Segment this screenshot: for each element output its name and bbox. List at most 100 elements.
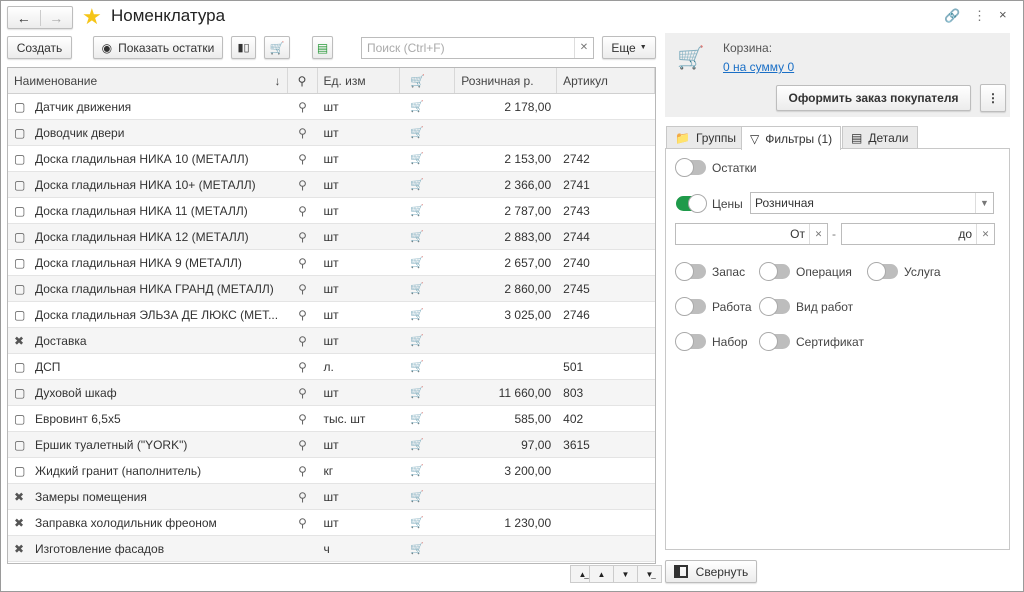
price-to-input[interactable]: до ✕: [841, 223, 995, 245]
table-row[interactable]: ✖ Заправка холодильник фреоном ⚲ шт 🛒 1 2…: [8, 510, 655, 536]
search-icon[interactable]: ⚲: [298, 230, 307, 244]
scroll-last-button[interactable]: ▼̲: [637, 565, 662, 583]
table-row[interactable]: ▢ Евровинт 6,5х5 ⚲ тыс. шт 🛒 585,00 402: [8, 406, 655, 432]
cart-icon[interactable]: 🛒: [410, 490, 424, 503]
search-icon[interactable]: ⚲: [298, 360, 307, 374]
table-row[interactable]: ▢ Доска гладильная ЭЛЬЗА ДЕ ЛЮКС (МЕТ... …: [8, 302, 655, 328]
cell-search[interactable]: [288, 536, 318, 561]
column-unit[interactable]: Ед. изм: [318, 68, 401, 93]
table-row[interactable]: ▢ Доска гладильная НИКА 11 (МЕТАЛЛ) ⚲ шт …: [8, 198, 655, 224]
chevron-down-icon[interactable]: ▼: [975, 193, 993, 213]
toggle-service[interactable]: Услуга: [867, 262, 941, 281]
column-cart[interactable]: 🛒: [400, 68, 456, 93]
cell-search[interactable]: ⚲: [288, 276, 318, 301]
more-menu-icon[interactable]: ⋮: [973, 8, 986, 24]
cell-cart[interactable]: 🛒: [400, 510, 455, 535]
toggle-operation[interactable]: Операция: [759, 262, 852, 281]
back-button[interactable]: ←: [8, 9, 41, 26]
table-row[interactable]: ✖ Изготовление фасадов ч 🛒: [8, 536, 655, 562]
clear-search-icon[interactable]: ✕: [574, 38, 593, 58]
cell-cart[interactable]: 🛒: [400, 406, 455, 431]
column-price[interactable]: Розничная р.: [455, 68, 558, 93]
toggle-stock[interactable]: Остатки: [675, 158, 757, 177]
cell-search[interactable]: ⚲: [288, 302, 318, 327]
show-stock-button[interactable]: ◉ Показать остатки: [93, 36, 223, 59]
add-document-button[interactable]: ▤: [312, 36, 333, 59]
cart-icon[interactable]: 🛒: [410, 308, 424, 321]
cell-cart[interactable]: 🛒: [400, 354, 455, 379]
cell-cart[interactable]: 🛒: [400, 250, 455, 275]
scroll-down-button[interactable]: ▼: [613, 565, 638, 583]
search-icon[interactable]: ⚲: [298, 256, 307, 270]
tab-filters[interactable]: ▽ Фильтры (1): [741, 126, 842, 150]
prices-switch[interactable]: [676, 194, 707, 213]
price-from-input[interactable]: От ✕: [675, 223, 828, 245]
table-row[interactable]: ▢ ДСП ⚲ л. 🛒 501: [8, 354, 655, 380]
cell-search[interactable]: ⚲: [288, 94, 318, 119]
cell-search[interactable]: ⚲: [288, 406, 318, 431]
cart-icon[interactable]: 🛒: [410, 412, 424, 425]
search-icon[interactable]: ⚲: [298, 490, 307, 504]
cell-cart[interactable]: 🛒: [400, 94, 455, 119]
cell-cart[interactable]: 🛒: [400, 380, 455, 405]
tab-details[interactable]: ▤ Детали: [842, 126, 918, 149]
toggle-work-type[interactable]: Вид работ: [759, 297, 853, 316]
cell-cart[interactable]: 🛒: [400, 172, 455, 197]
table-row[interactable]: ▢ Доска гладильная НИКА ГРАНД (МЕТАЛЛ) ⚲ …: [8, 276, 655, 302]
column-article[interactable]: Артикул: [557, 68, 655, 93]
cell-cart[interactable]: 🛒: [400, 146, 455, 171]
cell-search[interactable]: ⚲: [288, 198, 318, 223]
cell-cart[interactable]: 🛒: [400, 484, 455, 509]
cell-cart[interactable]: 🛒: [400, 120, 455, 145]
cart-icon[interactable]: 🛒: [410, 464, 424, 477]
search-icon[interactable]: ⚲: [298, 282, 307, 296]
cart-icon[interactable]: 🛒: [410, 438, 424, 451]
close-icon[interactable]: ×: [999, 7, 1007, 22]
cell-search[interactable]: ⚲: [288, 484, 318, 509]
search-icon[interactable]: ⚲: [298, 516, 307, 530]
toggle-certificate[interactable]: Сертификат: [759, 332, 864, 351]
create-button[interactable]: Создать: [7, 36, 72, 59]
cell-cart[interactable]: 🛒: [400, 198, 455, 223]
table-row[interactable]: ▢ Доска гладильная НИКА 9 (МЕТАЛЛ) ⚲ шт 🛒…: [8, 250, 655, 276]
cart-icon[interactable]: 🛒: [410, 334, 424, 347]
search-icon[interactable]: ⚲: [298, 126, 307, 140]
price-type-select[interactable]: Розничная ▼: [750, 192, 994, 214]
cart-icon[interactable]: 🛒: [410, 178, 424, 191]
table-row[interactable]: ✖ Замеры помещения ⚲ шт 🛒: [8, 484, 655, 510]
toggle-kit[interactable]: Набор: [675, 332, 748, 351]
create-order-button[interactable]: Оформить заказ покупателя: [776, 85, 971, 111]
search-icon[interactable]: ⚲: [298, 464, 307, 478]
cell-cart[interactable]: 🛒: [400, 224, 455, 249]
search-icon[interactable]: ⚲: [298, 100, 307, 114]
barcode-search-button[interactable]: ▮▯: [231, 36, 256, 59]
column-name[interactable]: Наименование ↓: [8, 68, 288, 93]
cart-total-link[interactable]: 0 на сумму 0: [723, 60, 794, 74]
cell-cart[interactable]: 🛒: [400, 432, 455, 457]
stock-switch[interactable]: [675, 158, 706, 177]
table-row[interactable]: ▢ Ершик туалетный ("YORK") ⚲ шт 🛒 97,00 3…: [8, 432, 655, 458]
cell-search[interactable]: ⚲: [288, 172, 318, 197]
search-icon[interactable]: ⚲: [298, 334, 307, 348]
cart-icon[interactable]: 🛒: [410, 516, 424, 529]
add-to-cart-button[interactable]: 🛒: [264, 36, 290, 59]
cell-search[interactable]: ⚲: [288, 328, 318, 353]
more-button[interactable]: Еще ▼: [602, 36, 656, 59]
cell-search[interactable]: ⚲: [288, 510, 318, 535]
table-row[interactable]: ✖ Доставка ⚲ шт 🛒: [8, 328, 655, 354]
table-row[interactable]: ▢ Доска гладильная НИКА 10+ (МЕТАЛЛ) ⚲ шт…: [8, 172, 655, 198]
cell-search[interactable]: ⚲: [288, 120, 318, 145]
clear-from-icon[interactable]: ✕: [809, 224, 827, 244]
cart-icon[interactable]: 🛒: [410, 360, 424, 373]
cell-search[interactable]: ⚲: [288, 432, 318, 457]
cell-search[interactable]: ⚲: [288, 146, 318, 171]
table-row[interactable]: ▢ Доска гладильная НИКА 12 (МЕТАЛЛ) ⚲ шт …: [8, 224, 655, 250]
cell-cart[interactable]: 🛒: [400, 302, 455, 327]
cart-icon[interactable]: 🛒: [410, 204, 424, 217]
tab-groups[interactable]: 📁 Группы: [666, 126, 745, 149]
table-row[interactable]: ▢ Доводчик двери ⚲ шт 🛒: [8, 120, 655, 146]
toggle-work[interactable]: Работа: [675, 297, 752, 316]
cart-icon[interactable]: 🛒: [410, 100, 424, 113]
toggle-reserve[interactable]: Запас: [675, 262, 745, 281]
forward-button[interactable]: →: [41, 10, 73, 26]
